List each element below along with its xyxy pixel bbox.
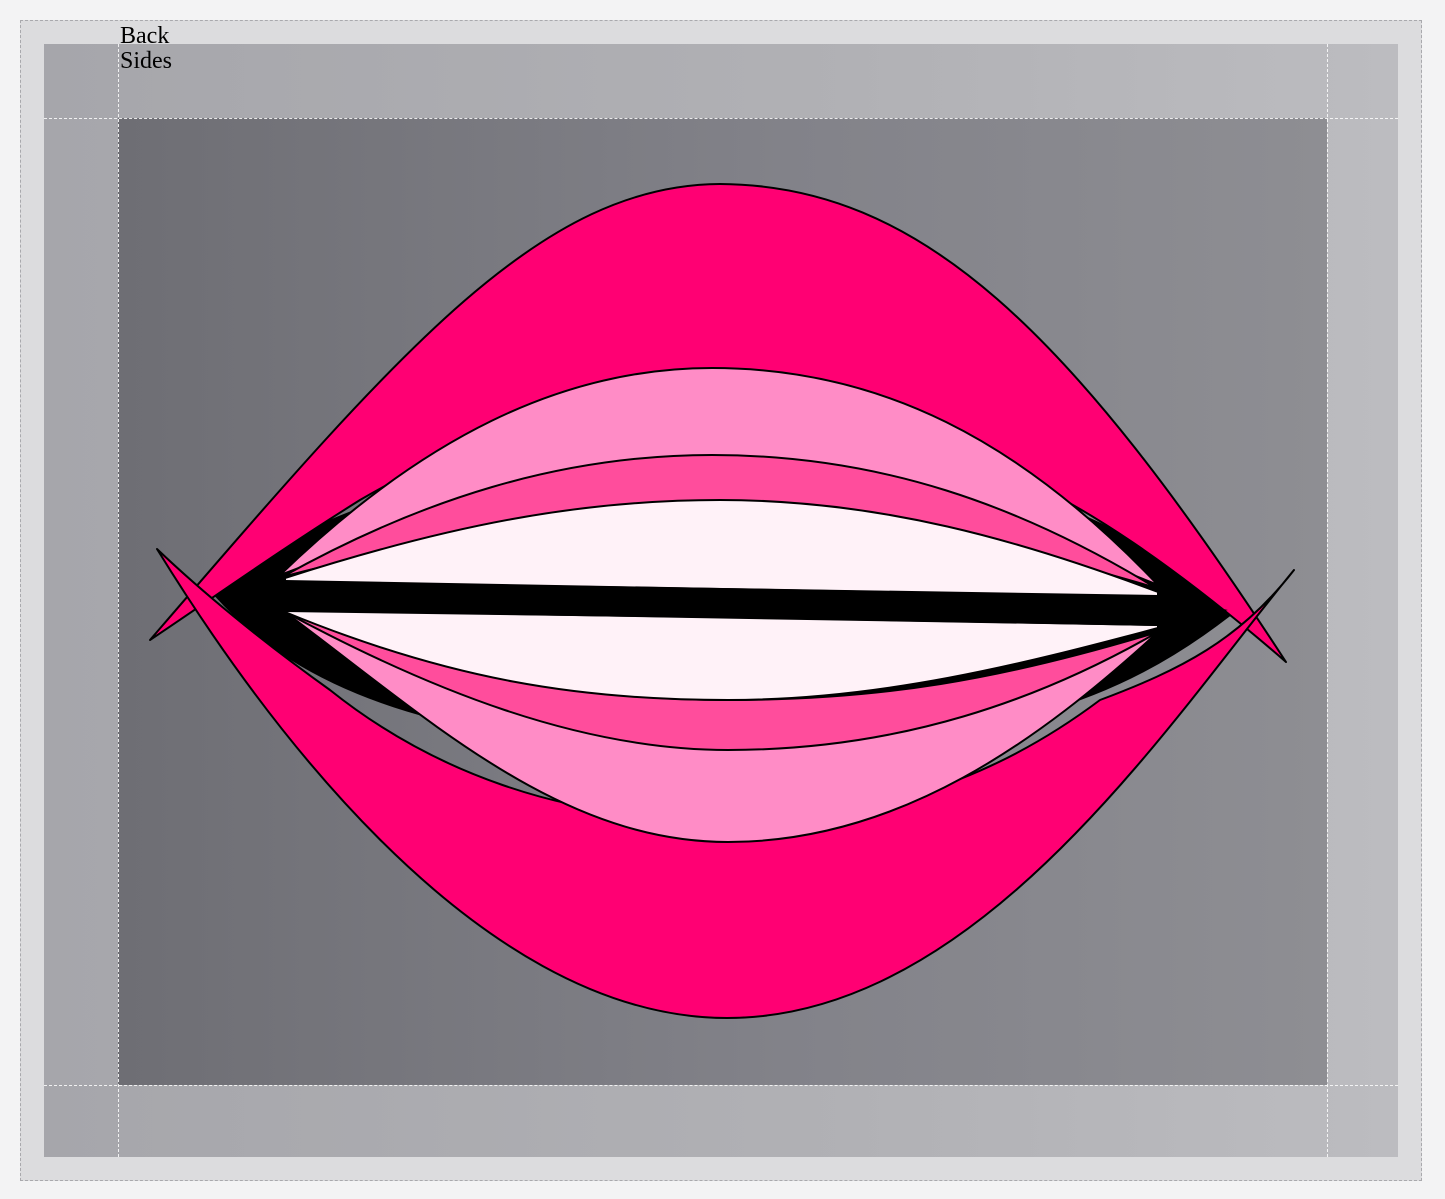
lips-illustration (149, 183, 1295, 1019)
canvas-stage: Back Sides (0, 0, 1445, 1199)
